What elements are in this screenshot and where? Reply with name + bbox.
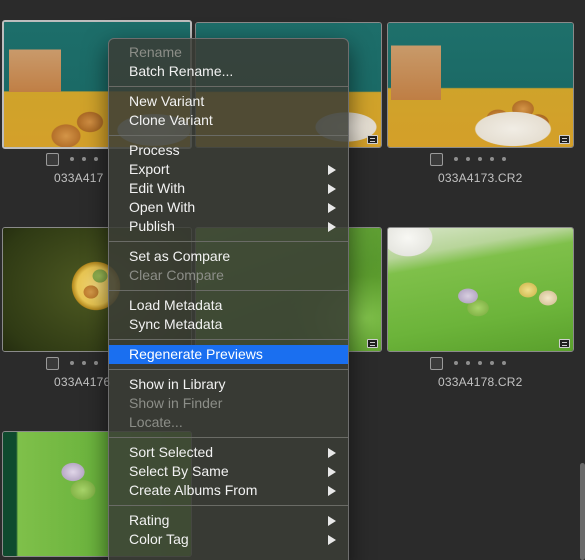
submenu-arrow-icon [328,535,336,545]
menu-item-label: Locate... [129,414,183,430]
menu-separator [109,437,348,438]
photo-macarons-on-green [388,228,573,351]
submenu-arrow-icon [328,222,336,232]
sidecar-file-icon [367,135,378,144]
filename-label: 033A417 [54,171,104,185]
submenu-arrow-icon [328,448,336,458]
menu-item-label: Export [129,161,170,177]
menu-item-label: Sort Selected [129,444,214,460]
menu-item-rating[interactable]: Rating [109,511,348,530]
menu-item-batch-rename[interactable]: Batch Rename... [109,62,348,81]
tile-metadata [430,357,540,373]
menu-item-label: Publish [129,218,175,234]
menu-item-label: Create Albums From [129,482,258,498]
menu-separator [109,86,348,87]
filename-label: 033A4178.CR2 [438,375,523,389]
menu-item-label: New Variant [129,93,205,109]
menu-item-label: Batch Rename... [129,63,234,79]
menu-item-rename[interactable]: Rename [109,43,348,62]
menu-separator [109,369,348,370]
sidecar-file-icon [559,135,570,144]
filename-label: 033A4176 [54,375,111,389]
submenu-arrow-icon [328,516,336,526]
rating-dots[interactable] [70,361,98,365]
menu-item-label: Regenerate Previews [129,346,263,362]
menu-item-publish[interactable]: Publish [109,217,348,236]
menu-item-locate[interactable]: Locate... [109,413,348,432]
menu-item-label: Set as Compare [129,248,231,264]
submenu-arrow-icon [328,467,336,477]
menu-item-label: Color Tag [129,531,189,547]
menu-item-select-by-same[interactable]: Select By Same [109,462,348,481]
select-checkbox[interactable] [430,153,443,166]
thumbnail-033A4173[interactable] [387,22,574,148]
rating-dots[interactable] [454,361,506,365]
sidecar-file-icon [367,339,378,348]
filename-label: 033A4173.CR2 [438,171,523,185]
submenu-arrow-icon [328,486,336,496]
menu-item-label: Open With [129,199,196,215]
menu-item-regenerate-previews[interactable]: Regenerate Previews [109,345,348,364]
menu-item-label: Show in Library [129,376,226,392]
select-checkbox[interactable] [46,357,59,370]
submenu-arrow-icon [328,165,336,175]
menu-separator [109,135,348,136]
submenu-arrow-icon [328,203,336,213]
menu-separator [109,505,348,506]
menu-separator [109,290,348,291]
menu-separator [109,241,348,242]
menu-item-label: Load Metadata [129,297,223,313]
menu-item-set-as-compare[interactable]: Set as Compare [109,247,348,266]
menu-item-label: Clone Variant [129,112,213,128]
menu-item-label: Rename [129,44,182,60]
scrollbar[interactable] [580,463,585,560]
menu-item-open-with[interactable]: Open With [109,198,348,217]
menu-item-create-albums-from[interactable]: Create Albums From [109,481,348,500]
menu-item-sync-metadata[interactable]: Sync Metadata [109,315,348,334]
sidecar-file-icon [559,339,570,348]
context-menu: Rename Batch Rename... New Variant Clone… [108,38,349,560]
submenu-arrow-icon [328,184,336,194]
rating-dots[interactable] [70,157,98,161]
menu-item-edit-with[interactable]: Edit With [109,179,348,198]
select-checkbox[interactable] [430,357,443,370]
menu-item-color-tag[interactable]: Color Tag [109,530,348,549]
photo-tea-and-pastries [388,23,573,147]
menu-item-show-in-library[interactable]: Show in Library [109,375,348,394]
menu-item-load-metadata[interactable]: Load Metadata [109,296,348,315]
menu-item-clone-variant[interactable]: Clone Variant [109,111,348,130]
menu-item-label: Select By Same [129,463,229,479]
menu-item-label: Rating [129,512,170,528]
rating-dots[interactable] [454,157,506,161]
select-checkbox[interactable] [46,153,59,166]
menu-separator [109,339,348,340]
menu-item-export[interactable]: Export [109,160,348,179]
menu-item-show-in-finder[interactable]: Show in Finder [109,394,348,413]
menu-item-label: Edit With [129,180,186,196]
menu-item-clear-compare[interactable]: Clear Compare [109,266,348,285]
menu-item-label: Process [129,142,180,158]
tile-metadata [430,153,540,169]
menu-item-process[interactable]: Process [109,141,348,160]
menu-item-label: Sync Metadata [129,316,223,332]
menu-item-sort-selected[interactable]: Sort Selected [109,443,348,462]
menu-item-label: Clear Compare [129,267,224,283]
menu-item-label: Show in Finder [129,395,223,411]
thumbnail-033A4178[interactable] [387,227,574,352]
menu-item-new-variant[interactable]: New Variant [109,92,348,111]
